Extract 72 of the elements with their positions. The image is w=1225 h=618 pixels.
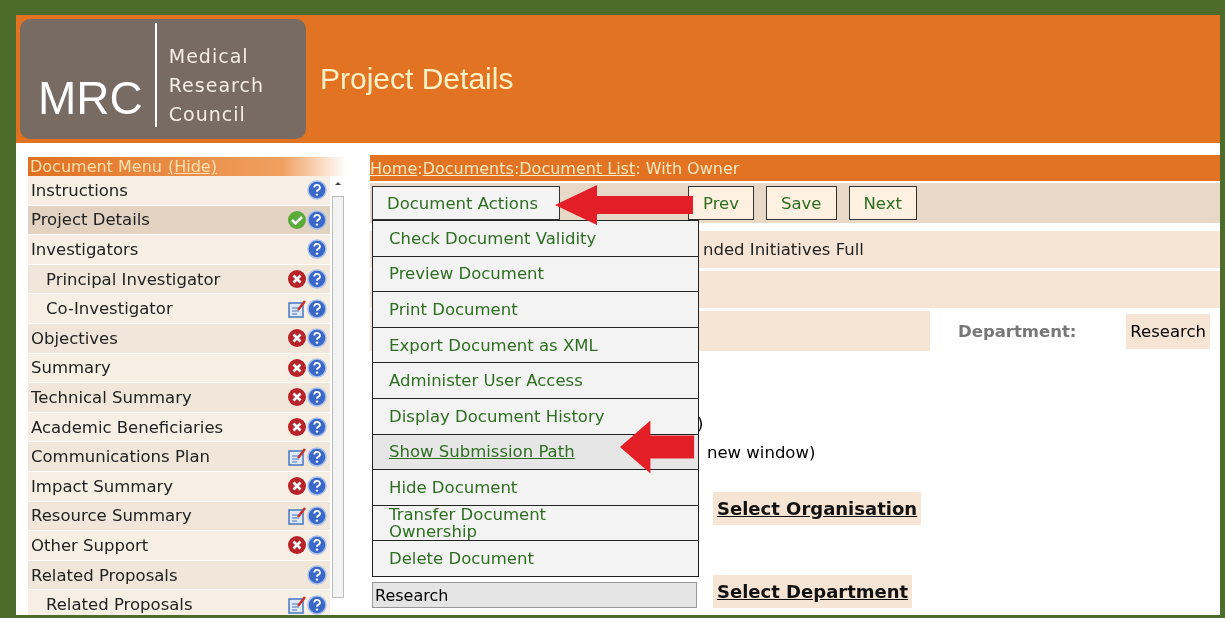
page-title: Project Details	[320, 62, 514, 96]
menu-item[interactable]: Export Document as XML	[373, 326, 698, 363]
sidebar-item[interactable]: Co-Investigator	[28, 294, 330, 324]
sidebar-item[interactable]: Technical Summary	[28, 383, 330, 413]
breadcrumb-text: : With Owner	[635, 158, 740, 178]
sidebar-item[interactable]: Principal Investigator	[28, 264, 330, 295]
logo-acronym: MRC	[38, 23, 157, 127]
help-icon[interactable]	[307, 446, 327, 467]
toolbar-button[interactable]: Save	[766, 186, 837, 220]
help-icon[interactable]	[307, 298, 327, 319]
document-actions-button[interactable]: Document Actions	[372, 186, 560, 220]
scheme-text: nded Initiatives Full	[702, 240, 864, 259]
scroll-thumb[interactable]	[332, 196, 344, 598]
help-icon[interactable]	[307, 505, 327, 526]
menu-item[interactable]: Hide Document	[373, 469, 698, 505]
error-icon	[287, 476, 307, 497]
breadcrumb-text: :	[417, 158, 423, 178]
help-icon[interactable]	[307, 357, 327, 378]
help-icon[interactable]	[307, 180, 327, 201]
menu-item[interactable]: Transfer Document Ownership	[373, 504, 698, 541]
sidebar-item[interactable]: Project Details	[28, 205, 330, 236]
menu-item[interactable]: Print Document	[373, 291, 698, 327]
help-icon[interactable]	[307, 328, 327, 349]
department-label: Department:	[958, 321, 1077, 341]
error-icon	[287, 417, 307, 438]
sidebar-item[interactable]: Related Proposals	[28, 590, 330, 615]
select-organisation-link[interactable]: Select Organisation	[713, 492, 922, 525]
department-value: Research	[1126, 313, 1210, 349]
sidebar-item[interactable]: Objectives	[28, 323, 330, 354]
help-icon[interactable]	[307, 209, 327, 230]
help-icon[interactable]	[307, 594, 327, 615]
note-text: new window)	[707, 442, 816, 462]
toolbar-button[interactable]: Prev	[688, 186, 754, 220]
logo-text: Medical	[168, 44, 250, 69]
sidebar-item[interactable]: Investigators	[28, 235, 330, 265]
sidebar-item[interactable]: Academic Beneficiaries	[28, 412, 330, 443]
logo-text: Council	[168, 102, 247, 127]
logo-text: Research	[168, 73, 264, 98]
note-text: )	[697, 414, 704, 433]
error-icon	[287, 535, 307, 556]
sidebar-item[interactable]: Other Support	[28, 531, 330, 561]
help-icon[interactable]	[307, 269, 327, 290]
help-icon[interactable]	[307, 476, 327, 497]
error-icon	[287, 357, 307, 378]
select-department-link[interactable]: Select Department	[713, 575, 913, 608]
error-icon	[287, 328, 307, 349]
sidebar-item[interactable]: Related Proposals	[28, 560, 330, 591]
help-icon[interactable]	[307, 535, 327, 556]
help-icon[interactable]	[307, 417, 327, 438]
error-icon	[287, 269, 307, 290]
sidebar-title: Document Menu	[30, 157, 162, 176]
help-icon[interactable]	[307, 387, 327, 408]
menu-item[interactable]: Check Document Validity	[373, 220, 698, 256]
toolbar-button[interactable]: Next	[848, 186, 917, 220]
edit-icon	[287, 594, 307, 615]
menu-item[interactable]: Administer User Access	[373, 362, 698, 398]
help-icon[interactable]	[307, 239, 327, 260]
breadcrumb-text: :	[513, 158, 520, 178]
sidebar-item[interactable]: Instructions	[28, 176, 330, 206]
sidebar-item[interactable]: Communications Plan	[28, 442, 330, 472]
check-icon	[287, 209, 307, 230]
edit-icon	[287, 446, 307, 467]
sidebar-item[interactable]: Impact Summary	[28, 471, 330, 502]
edit-icon	[287, 298, 307, 319]
sidebar-item[interactable]: Summary	[28, 353, 330, 384]
help-icon[interactable]	[307, 565, 327, 585]
error-icon	[287, 387, 307, 408]
menu-item[interactable]: Delete Document	[373, 540, 698, 576]
edit-icon	[287, 505, 307, 526]
menu-item[interactable]: Preview Document	[373, 255, 698, 292]
sidebar-item[interactable]: Resource Summary	[28, 501, 330, 532]
department-field[interactable]: Research	[372, 582, 697, 608]
